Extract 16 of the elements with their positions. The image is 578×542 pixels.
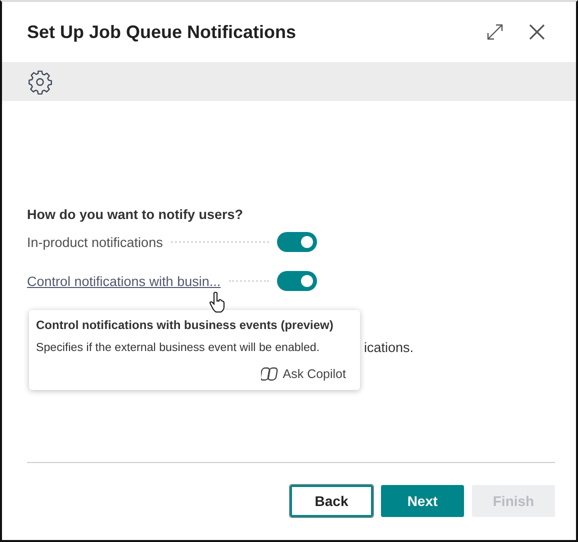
back-button[interactable]: Back xyxy=(290,484,373,516)
gear-icon[interactable] xyxy=(27,68,53,94)
window-title: Set Up Job Queue Notifications xyxy=(27,22,298,42)
toggle-switch[interactable] xyxy=(277,271,317,291)
close-icon[interactable] xyxy=(528,23,546,41)
wizard-button[interactable]: Next xyxy=(381,484,464,516)
toggle-switch[interactable] xyxy=(277,232,317,252)
tooltip-text: Specifies if the external business event will be enabled. xyxy=(36,341,321,354)
copilot-icon xyxy=(260,366,279,382)
field-link[interactable]: Control notifications with busin... xyxy=(27,274,221,288)
field-label: In-product notifications xyxy=(27,234,163,250)
tooltip-title: Control notifications with business events (preview) xyxy=(36,318,334,332)
section-heading: How do you want to notify users? xyxy=(27,207,244,222)
expand-icon[interactable] xyxy=(486,23,504,41)
description-text: ications. xyxy=(364,340,414,355)
ask-copilot-button[interactable]: Ask Copilot xyxy=(260,364,346,384)
